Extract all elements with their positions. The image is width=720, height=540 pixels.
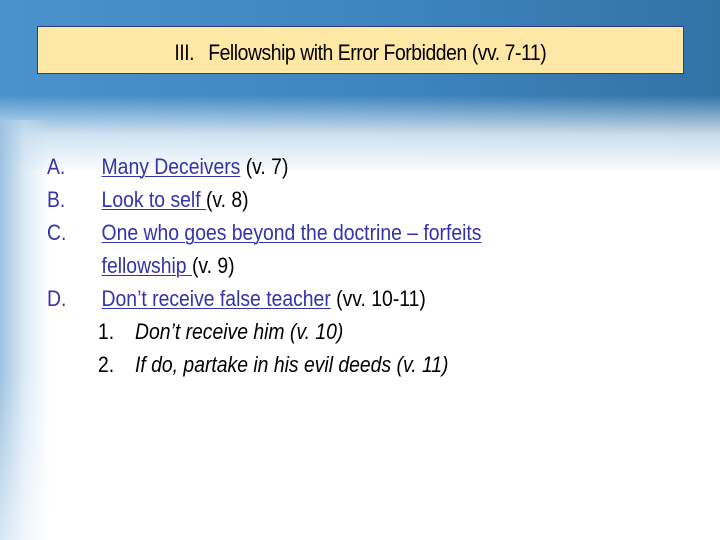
link-beyond-doctrine[interactable]: One who goes beyond the doctrine – forfe… xyxy=(102,220,482,245)
item-marker: A. xyxy=(47,154,66,179)
title-number: III. xyxy=(174,40,195,65)
outline-item-c: C. One who goes beyond the doctrine – fo… xyxy=(47,216,610,249)
subitem-number: 2. xyxy=(98,352,115,377)
link-dont-receive-false-teacher[interactable]: Don’t receive false teacher xyxy=(102,286,331,311)
subitem-number: 1. xyxy=(98,319,115,344)
outline-subitem-1: 1. Don’t receive him (v. 10) xyxy=(47,315,610,348)
link-fellowship[interactable]: fellowship xyxy=(102,253,192,278)
title-text: Fellowship with Error Forbidden (vv. 7-1… xyxy=(208,40,547,65)
subitem-text: If do, partake in his evil deeds (v. 11) xyxy=(135,352,449,377)
item-marker: B. xyxy=(47,187,66,212)
left-edge-fade xyxy=(0,120,50,540)
outline: A. Many Deceivers (v. 7) B. Look to self… xyxy=(47,150,687,381)
subitem-text: Don’t receive him (v. 10) xyxy=(135,319,344,344)
slide-title-box: III. Fellowship with Error Forbidden (vv.… xyxy=(37,26,684,74)
verse-ref: (v. 7) xyxy=(240,154,289,179)
outline-subitem-2: 2. If do, partake in his evil deeds (v. … xyxy=(47,348,610,381)
item-marker: D. xyxy=(47,286,67,311)
link-look-to-self[interactable]: Look to self xyxy=(102,187,206,212)
verse-ref: (v. 8) xyxy=(205,187,249,212)
slide-title: III. Fellowship with Error Forbidden (vv.… xyxy=(175,40,547,66)
outline-item-c-continued: fellowship (v. 9) xyxy=(47,249,610,282)
verse-ref: (v. 9) xyxy=(191,253,235,278)
verse-ref: (vv. 10-11) xyxy=(330,286,426,311)
item-marker: C. xyxy=(47,220,67,245)
link-many-deceivers[interactable]: Many Deceivers xyxy=(102,154,241,179)
outline-item-b: B. Look to self (v. 8) xyxy=(47,183,610,216)
outline-item-d: D. Don’t receive false teacher (vv. 10-1… xyxy=(47,282,610,315)
outline-item-a: A. Many Deceivers (v. 7) xyxy=(47,150,610,183)
